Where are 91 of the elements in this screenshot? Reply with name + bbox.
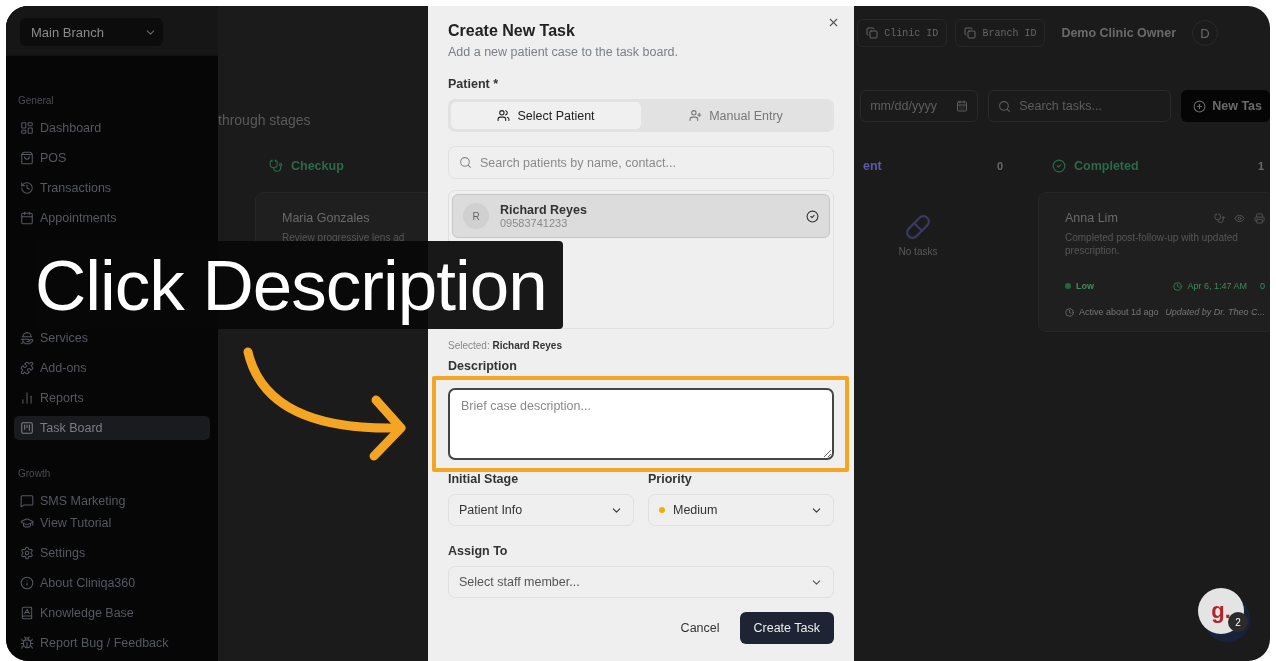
page-subtitle: through stages (218, 112, 311, 128)
user-name: Demo Clinic Owner (1061, 26, 1176, 40)
priority-label: Low (1076, 281, 1094, 291)
field-label: Initial Stage (448, 472, 520, 486)
patient-avatar: R (463, 203, 489, 229)
nav-icon (20, 121, 34, 135)
create-task-button[interactable]: Create Task (739, 612, 834, 644)
empty-text: No tasks (898, 246, 938, 257)
patient-name: Maria Gonzales (282, 211, 370, 225)
patient-mode-tab[interactable]: Manual Entry (641, 102, 831, 129)
clinic-id-chip[interactable]: Clinic ID (857, 19, 948, 47)
sidebar-item[interactable]: Reports (14, 386, 210, 410)
field-label: Patient * (448, 77, 499, 91)
patient-mode-tab[interactable]: Select Patient (451, 102, 641, 129)
stage-select[interactable]: Patient Info (448, 494, 634, 526)
branch-select[interactable]: Main Branch (20, 18, 163, 46)
date-field[interactable]: mm/dd/yyyy (860, 90, 979, 122)
stethoscope-icon[interactable] (1214, 212, 1225, 224)
cancel-button[interactable]: Cancel (680, 621, 720, 635)
nav-icon (20, 421, 34, 435)
sidebar-item[interactable]: Add-ons (14, 356, 210, 380)
column-count: 0 (996, 160, 1003, 172)
copy-icon (866, 27, 879, 39)
patient-name: Anna Lim (1065, 211, 1118, 225)
column-title: ent (863, 159, 882, 173)
column-icon (269, 159, 283, 173)
sidebar-item[interactable]: SMS Marketing (14, 489, 210, 513)
field-label: Assign To (448, 544, 509, 558)
selected-patient-text: Selected: Richard Reyes (448, 340, 563, 351)
updated-by-text: Updated by Dr. Theo C... (1165, 307, 1265, 317)
clock-icon (1065, 307, 1074, 317)
new-task-button[interactable]: New Tas (1181, 90, 1270, 122)
sidebar-item[interactable]: About Cliniqa360 (14, 571, 210, 595)
field-label: Description (448, 359, 518, 373)
task-date: Apr 6, 1:47 AM (1187, 281, 1247, 291)
close-icon[interactable] (827, 16, 840, 29)
branch-id-chip[interactable]: Branch ID (955, 19, 1046, 47)
column-count: 1 (1257, 160, 1264, 172)
sidebar-item[interactable]: POS (14, 146, 210, 170)
column-title: Checkup (291, 159, 344, 173)
patient-search-field[interactable]: Search patients by name, contact... (448, 146, 834, 179)
nav-icon (20, 361, 34, 375)
sidebar-item[interactable]: Settings (14, 541, 210, 565)
nav-icon (20, 576, 34, 590)
field-label: Priority (648, 472, 693, 486)
comment-count: 0 (1260, 281, 1265, 291)
patient-name: Richard Reyes (500, 203, 588, 217)
dialog-subtitle: Add a new patient case to the task board. (448, 45, 679, 59)
assign-select[interactable]: Select staff member... (448, 566, 834, 598)
sidebar-item[interactable]: Knowledge Base (14, 601, 210, 625)
priority-select[interactable]: Medium (648, 494, 834, 526)
nav-icon (20, 516, 34, 530)
nav-icon (20, 636, 34, 650)
printer-icon[interactable] (1254, 212, 1265, 224)
sidebar-item[interactable]: Transactions (14, 176, 210, 200)
nav-icon (20, 331, 34, 345)
sidebar-item[interactable]: View Tutorial (14, 511, 210, 535)
nav-icon (20, 606, 34, 620)
nav-icon (20, 391, 34, 405)
nav-icon (20, 546, 34, 560)
copy-icon (964, 27, 977, 39)
column-icon (1052, 159, 1066, 173)
check-icon (806, 209, 819, 223)
search-icon (998, 99, 1012, 113)
plus-icon (1193, 99, 1207, 113)
tutorial-caption: Click Description (35, 241, 563, 329)
calendar-icon (956, 100, 969, 112)
clock-icon (1173, 281, 1183, 291)
users-icon (497, 109, 511, 122)
sidebar-item[interactable]: Report Bug / Feedback (14, 631, 210, 655)
column-title: Completed (1074, 159, 1139, 173)
patient-phone: 09583741233 (500, 217, 569, 229)
sidebar-item[interactable]: Appointments (14, 206, 210, 230)
description-field[interactable]: Brief case description... (448, 388, 834, 460)
user-plus-icon (689, 109, 703, 122)
nav-icon (20, 211, 34, 225)
pill-icon (905, 214, 931, 240)
activity-text: Active about 1d ago (1079, 307, 1159, 317)
patient-row[interactable]: R Richard Reyes 09583741233 (452, 194, 830, 238)
sidebar-item[interactable]: Services (14, 326, 210, 350)
search-field[interactable]: Search tasks... (988, 90, 1172, 122)
sidebar-item[interactable]: Task Board (14, 416, 210, 440)
eye-icon[interactable] (1234, 212, 1245, 224)
nav-icon (20, 181, 34, 195)
dialog-title: Create New Task (448, 22, 576, 40)
section-title: Growth (17, 469, 52, 479)
nav-icon (20, 151, 34, 165)
nav-icon (20, 494, 34, 508)
sidebar-item[interactable]: Dashboard (14, 116, 210, 140)
section-title: General (17, 96, 55, 106)
search-icon (459, 156, 472, 169)
